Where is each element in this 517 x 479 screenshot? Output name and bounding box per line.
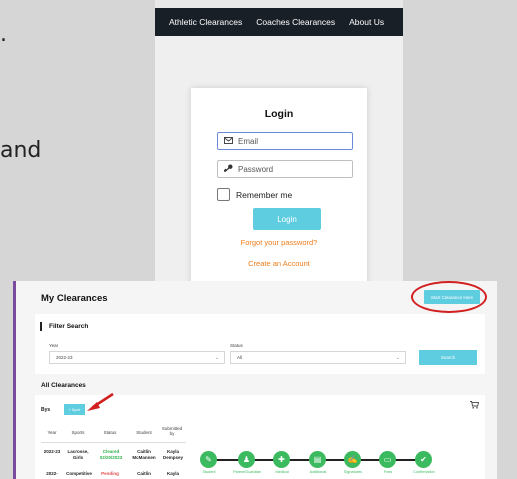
red-arrow-icon — [87, 392, 114, 411]
top-nav: Athletic Clearances Coaches Clearances A… — [155, 8, 403, 36]
password-field[interactable]: Password — [217, 160, 353, 178]
envelope-icon — [224, 136, 233, 146]
nav-athletic-clearances[interactable]: Athletic Clearances — [169, 17, 242, 27]
slide-text-dot: . — [0, 22, 7, 47]
forgot-password-link[interactable]: Forgot your password? — [191, 238, 367, 247]
nav-coaches-clearances[interactable]: Coaches Clearances — [256, 17, 335, 27]
remember-me[interactable]: Remember me — [217, 188, 292, 201]
email-field[interactable]: Email — [217, 132, 353, 150]
login-screenshot: Athletic Clearances Coaches Clearances A… — [155, 0, 403, 290]
clearances-screenshot: My Clearances Start Clearance Here Filte… — [13, 281, 497, 479]
login-card: Login Email Password Remember me Login F… — [191, 88, 367, 290]
create-account-link[interactable]: Create an Account — [191, 259, 367, 268]
remember-checkbox[interactable] — [217, 188, 230, 201]
nav-about-us[interactable]: About Us — [349, 17, 384, 27]
key-icon — [223, 164, 233, 174]
remember-label: Remember me — [236, 189, 293, 200]
password-placeholder: Password — [238, 164, 274, 174]
email-placeholder: Email — [238, 136, 259, 146]
slide-text-and: and — [0, 138, 42, 163]
browser-topbar — [155, 0, 403, 8]
login-title: Login — [264, 108, 294, 120]
login-button[interactable]: Login — [253, 208, 321, 230]
